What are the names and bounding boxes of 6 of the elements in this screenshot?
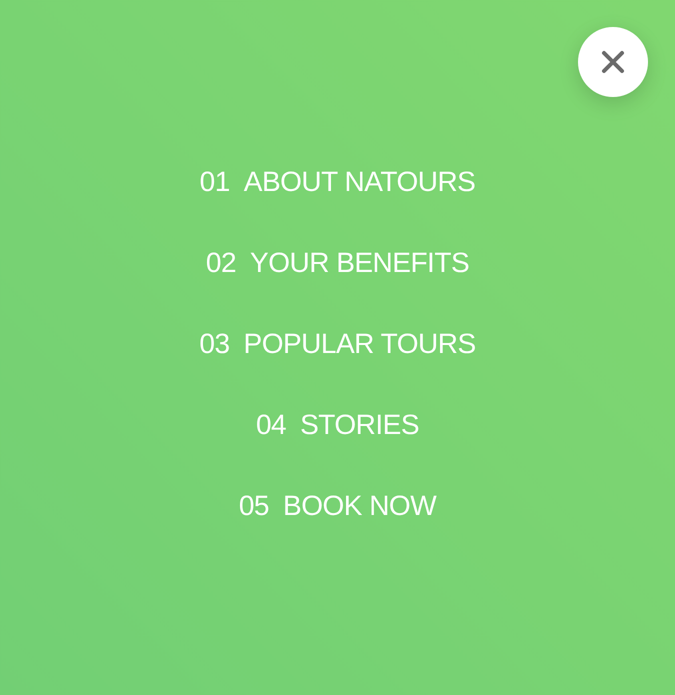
- nav-link[interactable]: 03 POPULAR TOURS: [199, 325, 476, 363]
- nav-link[interactable]: 05 BOOK NOW: [238, 487, 436, 525]
- nav-link[interactable]: 02 YOUR BENEFITS: [206, 244, 470, 282]
- nav-link[interactable]: 04 STORIES: [256, 406, 420, 444]
- nav-link[interactable]: 01 ABOUT NATOURS: [200, 163, 476, 201]
- close-icon: [601, 50, 625, 74]
